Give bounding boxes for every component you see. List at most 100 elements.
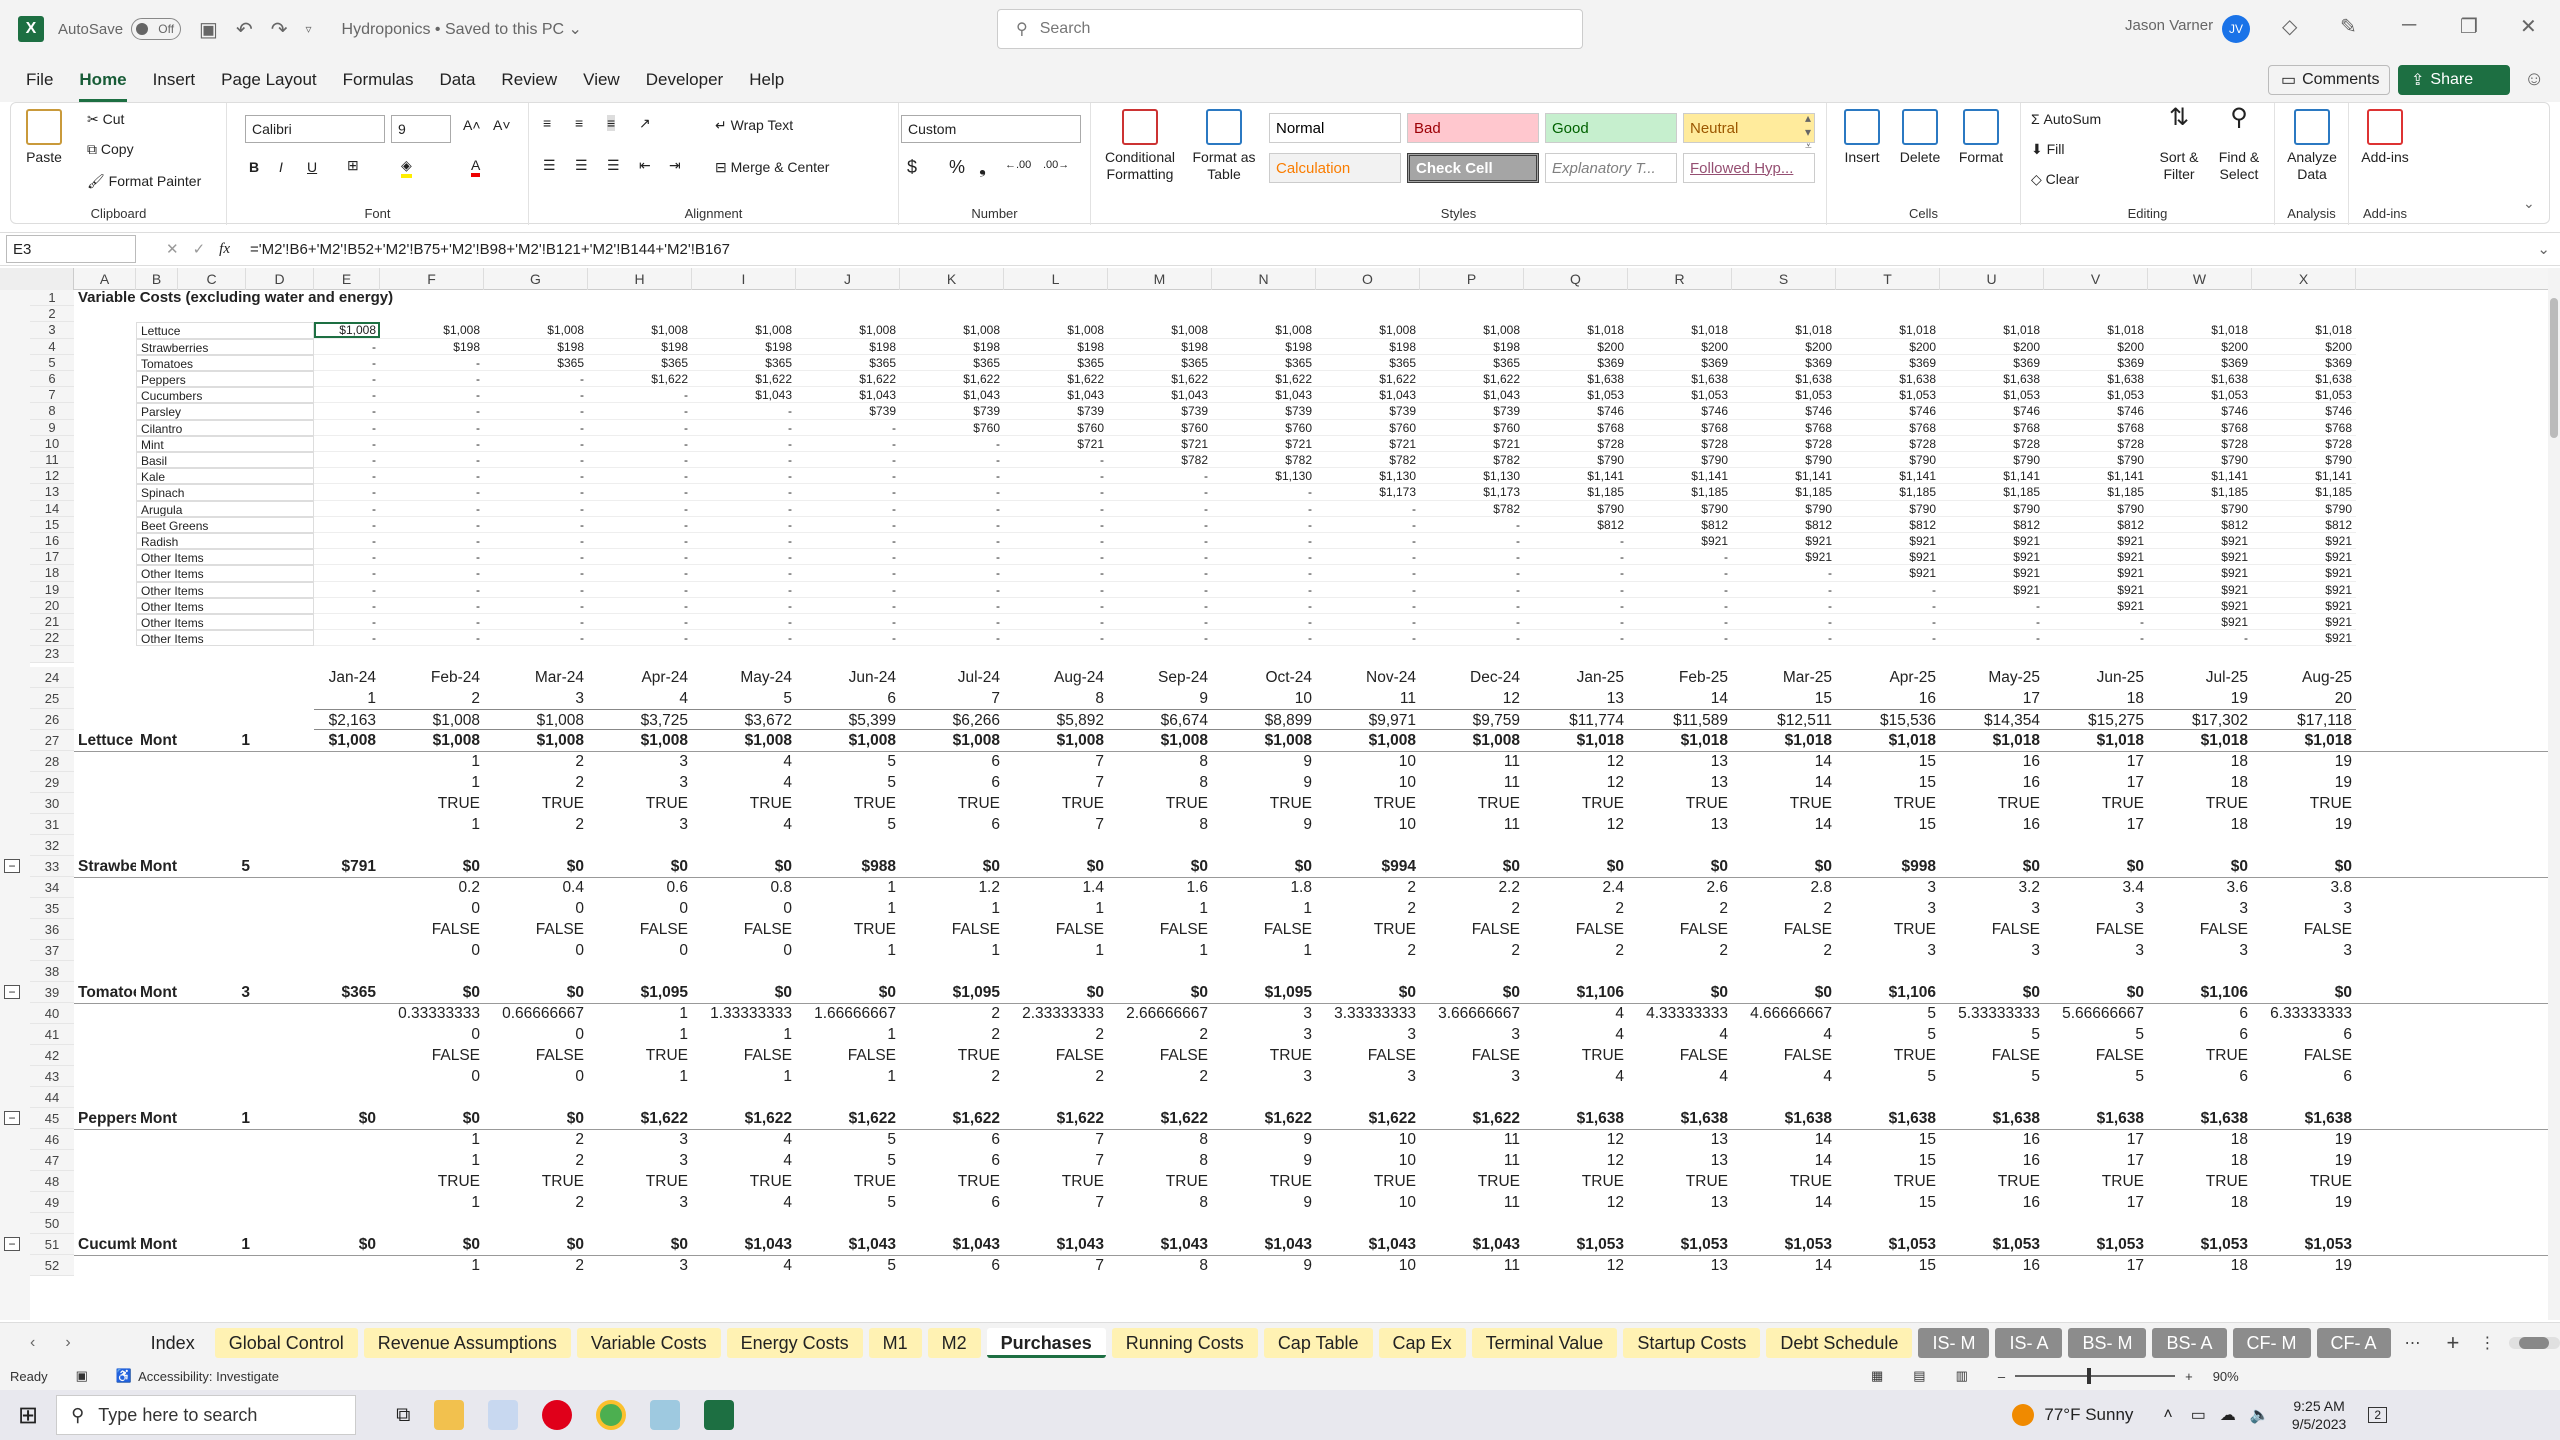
column-header-U[interactable]: U — [1940, 268, 2044, 290]
column-header-B[interactable]: B — [136, 268, 178, 290]
sheet-tab-bs-m[interactable]: BS- M — [2068, 1327, 2147, 1358]
selected-cell[interactable] — [314, 322, 380, 339]
column-header-D[interactable]: D — [246, 268, 314, 290]
feedback-icon[interactable]: ☺ — [2524, 68, 2544, 91]
sheet-tab-debt-schedule[interactable]: Debt Schedule — [1766, 1327, 1913, 1358]
windows-start-icon[interactable]: ⊞ — [18, 1401, 38, 1430]
column-header-L[interactable]: L — [1004, 268, 1108, 290]
row-header-46[interactable]: 46 — [30, 1129, 74, 1151]
cell-style-3[interactable]: Neutral — [1683, 113, 1815, 143]
row-header-18[interactable]: 18 — [30, 565, 74, 582]
horizontal-scroll-thumb[interactable] — [2519, 1336, 2550, 1349]
expand-formula-icon[interactable]: ⌄ — [2537, 240, 2550, 258]
find-select-button[interactable]: ⚲ Find & Select — [2211, 106, 2267, 183]
row-header-51[interactable]: 51 — [30, 1234, 74, 1256]
cell-style-4[interactable]: Calculation — [1269, 153, 1401, 183]
cell-style-1[interactable]: Bad — [1407, 113, 1539, 143]
cell-style-5[interactable]: Check Cell — [1407, 153, 1539, 183]
row-header-28[interactable]: 28 — [30, 751, 74, 773]
column-header-T[interactable]: T — [1836, 268, 1940, 290]
decrease-indent-icon[interactable]: ⇤ — [639, 157, 651, 174]
column-header-R[interactable]: R — [1628, 268, 1732, 290]
font-name-select[interactable]: Calibri — [245, 115, 385, 143]
page-layout-icon[interactable]: ▤ — [1913, 1368, 1925, 1384]
sheet-tab-cf-a[interactable]: CF- A — [2316, 1327, 2391, 1358]
sheet-tab-m2[interactable]: M2 — [927, 1327, 981, 1358]
copy-button[interactable]: ⧉ Copy — [87, 141, 134, 158]
column-header-N[interactable]: N — [1212, 268, 1316, 290]
row-header-7[interactable]: 7 — [30, 387, 74, 404]
menu-help[interactable]: Help — [749, 58, 784, 102]
row-header-1[interactable]: 1 — [30, 290, 74, 307]
increase-decimal-icon[interactable]: ←.00 — [1005, 159, 1031, 171]
speaker-icon[interactable]: 🔈 — [2250, 1405, 2270, 1425]
name-box[interactable]: E3 — [6, 235, 136, 263]
sheet-tab-is-m[interactable]: IS- M — [1918, 1327, 1990, 1358]
column-header-H[interactable]: H — [588, 268, 692, 290]
diamond-icon[interactable]: ◇ — [2282, 14, 2297, 39]
cell-style-6[interactable]: Explanatory T... — [1545, 153, 1677, 183]
clear-button[interactable]: ◇ Clear — [2031, 171, 2079, 188]
next-sheet-icon[interactable]: › — [65, 1334, 70, 1352]
weather-text[interactable]: 77°F Sunny — [2044, 1405, 2133, 1425]
format-painter-button[interactable]: 🖌 Format Painter — [87, 173, 201, 190]
sort-filter-button[interactable]: ⇅ Sort & Filter — [2151, 106, 2207, 183]
merge-center-button[interactable]: ⊟ Merge & Center — [715, 159, 829, 176]
menu-developer[interactable]: Developer — [646, 58, 724, 102]
select-all-corner[interactable] — [0, 268, 74, 290]
sheet-tab-is-a[interactable]: IS- A — [1995, 1327, 2063, 1358]
row-header-6[interactable]: 6 — [30, 371, 74, 388]
menu-file[interactable]: File — [26, 58, 53, 102]
font-size-select[interactable]: 9 — [391, 115, 451, 143]
row-header-3[interactable]: 3 — [30, 322, 74, 339]
accessibility-status[interactable]: Accessibility: Investigate — [138, 1369, 279, 1384]
row-header-40[interactable]: 40 — [30, 1003, 74, 1025]
column-header-O[interactable]: O — [1316, 268, 1420, 290]
options-icon[interactable]: ⋮ — [2479, 1333, 2495, 1353]
redo-icon[interactable]: ↷ — [271, 17, 288, 42]
row-header-24[interactable]: 24 — [30, 667, 74, 689]
sheet-tab-variable-costs[interactable]: Variable Costs — [576, 1327, 721, 1358]
bold-button[interactable]: B — [249, 159, 259, 175]
row-header-17[interactable]: 17 — [30, 549, 74, 566]
row-header-29[interactable]: 29 — [30, 772, 74, 794]
prev-sheet-icon[interactable]: ‹ — [30, 1334, 35, 1352]
menu-view[interactable]: View — [583, 58, 620, 102]
row-header-21[interactable]: 21 — [30, 614, 74, 631]
column-header-F[interactable]: F — [380, 268, 484, 290]
menu-page-layout[interactable]: Page Layout — [221, 58, 316, 102]
underline-button[interactable]: U — [307, 159, 317, 175]
search-box[interactable]: ⚲ Search — [997, 9, 1583, 49]
menu-review[interactable]: Review — [501, 58, 557, 102]
notifications-icon[interactable]: 2 — [2368, 1407, 2387, 1423]
collapse-group-51-icon[interactable]: − — [4, 1237, 20, 1252]
clock[interactable]: 9:25 AM 9/5/2023 — [2292, 1397, 2347, 1433]
row-header-4[interactable]: 4 — [30, 338, 74, 355]
delete-cells-button[interactable]: Delete — [1893, 109, 1947, 166]
percent-icon[interactable]: % — [949, 157, 965, 178]
column-header-K[interactable]: K — [900, 268, 1004, 290]
row-header-43[interactable]: 43 — [30, 1066, 74, 1088]
sheet-tab-m1[interactable]: M1 — [868, 1327, 922, 1358]
align-left-icon[interactable]: ☰ — [543, 157, 556, 174]
analyze-data-button[interactable]: Analyze Data — [2281, 109, 2343, 183]
undo-icon[interactable]: ↶ — [236, 17, 253, 42]
cut-button[interactable]: ✂ Cut — [87, 111, 124, 128]
row-header-13[interactable]: 13 — [30, 484, 74, 501]
row-header-31[interactable]: 31 — [30, 814, 74, 836]
taskbar-search[interactable]: ⚲ Type here to search — [56, 1395, 357, 1435]
row-header-14[interactable]: 14 — [30, 500, 74, 517]
vertical-scrollbar[interactable] — [2548, 268, 2560, 1320]
conditional-formatting-button[interactable]: Conditional Formatting — [1099, 109, 1181, 183]
row-header-22[interactable]: 22 — [30, 630, 74, 647]
sheet-tab-global-control[interactable]: Global Control — [214, 1327, 358, 1358]
cell-style-2[interactable]: Good — [1545, 113, 1677, 143]
close-icon[interactable]: ✕ — [2520, 14, 2537, 39]
avatar[interactable]: JV — [2222, 15, 2250, 43]
row-header-9[interactable]: 9 — [30, 419, 74, 436]
collapse-ribbon-icon[interactable]: ⌄ — [2523, 195, 2535, 212]
row-header-27[interactable]: 27 — [30, 730, 74, 752]
column-header-S[interactable]: S — [1732, 268, 1836, 290]
horizontal-scrollbar[interactable] — [2509, 1336, 2560, 1349]
row-header-39[interactable]: 39 — [30, 982, 74, 1004]
